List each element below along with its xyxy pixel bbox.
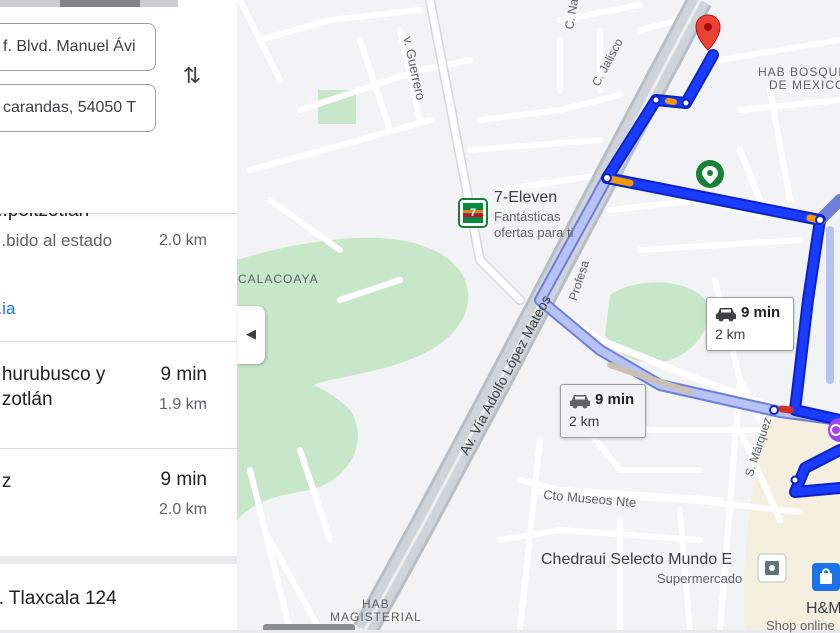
directions-panel: f. Blvd. Manuel Ávi carandas, 54050 T ⇅ … (0, 0, 237, 630)
destination-input[interactable]: carandas, 54050 T (0, 84, 156, 132)
route-option[interactable]: ...hurubusco y ...zotlán 9 min 1.9 km (0, 342, 237, 448)
poi-category-hm: Shop online (766, 618, 835, 633)
route-option[interactable]: ...z 9 min 2.0 km (0, 449, 237, 555)
shopping-bag-icon (812, 563, 840, 591)
car-icon (570, 395, 590, 409)
route-bubble-distance: 2 km (715, 326, 746, 342)
poi-name-seven-eleven[interactable]: 7-Eleven (494, 189, 557, 207)
route-bubble-time: 9 min (595, 391, 635, 408)
car-icon (716, 308, 736, 322)
swap-vertical-icon[interactable]: ⇅ (178, 60, 206, 92)
place-pin-icon (696, 160, 724, 188)
route-distance: 2.0 km (158, 232, 207, 249)
photo-thumbnail (263, 624, 355, 630)
chevron-left-icon: ◀ (246, 326, 256, 341)
route-bubble-time: 9 min (741, 304, 781, 321)
route-bubble-distance: 2 km (569, 413, 600, 429)
route-time: 9 min (160, 364, 207, 385)
origin-input[interactable]: f. Blvd. Manuel Ávi (0, 23, 156, 71)
route-title: ...z (0, 471, 12, 492)
area-label-hab-magisterial: HAB MAGISTERIAL (330, 597, 422, 624)
route-bubble-alternate[interactable]: 9 min 2 km (560, 384, 646, 438)
scrollbar-remnant (0, 0, 178, 7)
poi-desc-seven-eleven: Fantásticas ofertas para ti (494, 209, 574, 240)
route-distance: 2.0 km (158, 501, 207, 518)
route-subtitle: ...bido al estado (0, 231, 113, 250)
section-separator (0, 556, 237, 564)
places-header[interactable]: C. Tlaxcala 124 (0, 586, 117, 611)
route-time: 9 min (160, 469, 207, 490)
poi-name-hm[interactable]: H&M (806, 600, 840, 618)
poi-category-chedraui: Supermercado (657, 571, 743, 586)
svg-text:7: 7 (470, 207, 476, 219)
area-label-calacoaya: CALACOAYA (238, 272, 319, 286)
route-details-link[interactable]: ...ia (0, 299, 15, 319)
store-icon (757, 553, 787, 583)
poi-name-chedraui[interactable]: Chedraui Selecto Mundo E (541, 551, 732, 569)
area-label-hab-bosques: HAB BOSQUES DE MEXICO (758, 65, 840, 92)
seven-eleven-icon: 7 (458, 198, 488, 228)
route-option[interactable]: ...poltzotlán 9 min ...bido al estado 2.… (0, 196, 237, 341)
route-time: 9 min (160, 198, 207, 219)
route-title: ...hurubusco y ...zotlán (0, 364, 106, 410)
collapse-panel-button[interactable]: ◀ (237, 306, 265, 364)
route-bubble-primary[interactable]: 9 min 2 km (706, 297, 794, 351)
route-title: ...poltzotlán (0, 200, 90, 221)
route-distance: 1.9 km (158, 396, 207, 413)
